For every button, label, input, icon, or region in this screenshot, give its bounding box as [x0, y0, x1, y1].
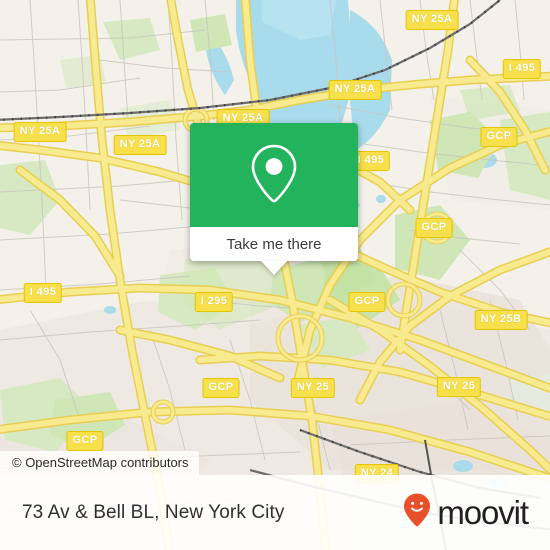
- take-me-there-button[interactable]: Take me there: [190, 227, 358, 275]
- highway-shield: NY 25: [436, 377, 482, 397]
- highway-shield: NY 25: [290, 378, 336, 398]
- highway-shield: NY 25B: [474, 310, 528, 330]
- highway-shield: GCP: [66, 431, 104, 451]
- highway-shield: NY 25A: [405, 10, 459, 30]
- take-me-there-label: Take me there: [226, 235, 322, 253]
- location-title: 73 Av & Bell BL, New York City: [22, 501, 285, 523]
- highway-shield: NY 25A: [13, 122, 67, 142]
- moovit-wordmark: moovit: [437, 493, 529, 531]
- osm-attribution[interactable]: © OpenStreetMap contributors: [0, 451, 199, 475]
- highway-shield: GCP: [415, 218, 453, 238]
- highway-shield: I 495: [23, 283, 63, 303]
- highway-shield: NY 25A: [328, 80, 382, 100]
- moovit-smiley-pin-icon: [402, 492, 432, 533]
- highway-shield: NY 25A: [113, 135, 167, 155]
- callout-image-panel: [190, 123, 358, 227]
- footer-bar: 73 Av & Bell BL, New York City moovit: [0, 475, 550, 550]
- moovit-logo[interactable]: moovit: [402, 492, 529, 533]
- highway-shield: I 295: [194, 292, 234, 312]
- highway-shield: GCP: [202, 378, 240, 398]
- highway-shield: GCP: [480, 127, 518, 147]
- map-pin-icon: [247, 142, 301, 209]
- callout-pointer-tail: [261, 261, 287, 275]
- highway-shield: I 495: [502, 59, 542, 79]
- highway-shield: GCP: [348, 292, 386, 312]
- moovit-map-screen: NY 25A I 495 NY 25A GCP NY 25A NY 25A NY 25A I …: [0, 0, 550, 550]
- location-callout-card[interactable]: Take me there: [190, 123, 358, 275]
